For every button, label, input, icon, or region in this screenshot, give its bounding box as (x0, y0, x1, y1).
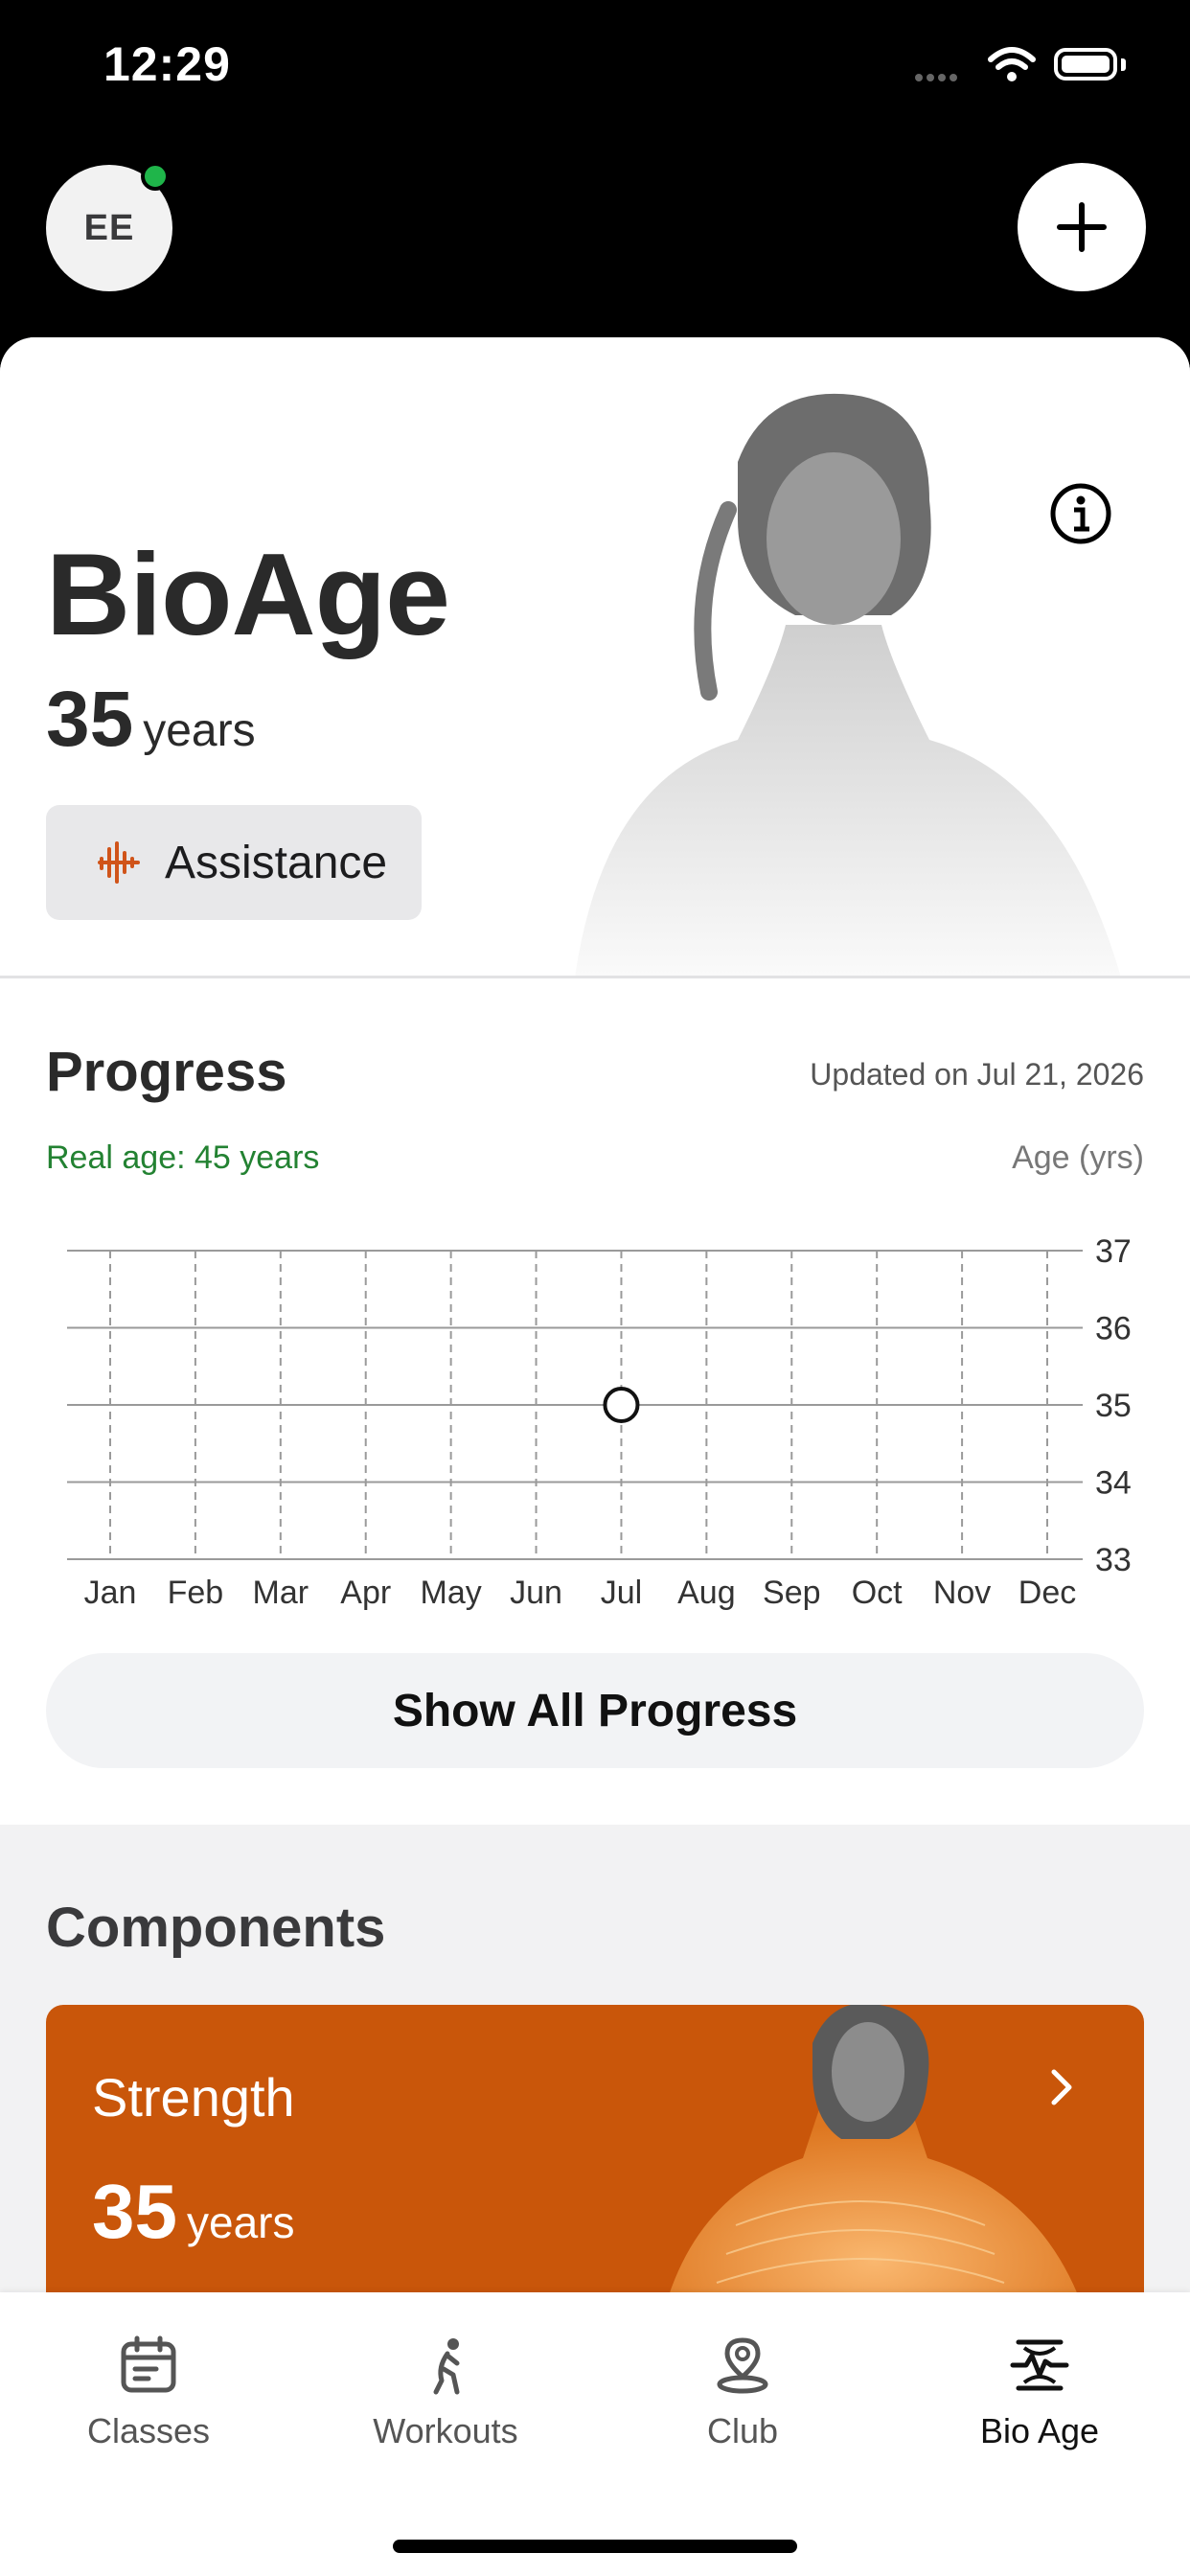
progress-title: Progress (46, 1041, 287, 1103)
y-tick-label: 35 (1095, 1388, 1132, 1424)
x-tick-label: Nov (933, 1575, 991, 1611)
bioage-value: 35 years (46, 675, 256, 765)
x-tick-label: Jul (601, 1575, 642, 1611)
plus-icon (1057, 202, 1107, 252)
age-number: 35 (46, 676, 134, 763)
x-tick-label: Dec (1018, 1575, 1076, 1611)
real-age-label: Real age: 45 years (46, 1139, 320, 1176)
online-status-dot (141, 162, 170, 191)
data-point (603, 1387, 640, 1423)
component-age-number: 35 (92, 2169, 177, 2254)
calendar-icon (121, 2335, 176, 2393)
tab-club[interactable]: Club (594, 2327, 891, 2451)
y-tick-label: 34 (1095, 1465, 1132, 1502)
x-tick-label: May (421, 1575, 482, 1611)
x-tick-label: Jan (84, 1575, 137, 1611)
location-pin-icon (717, 2337, 768, 2394)
status-time: 12:29 (103, 37, 231, 91)
progress-card: Progress Updated on Jul 21, 2026 Real ag… (0, 978, 1190, 1825)
show-all-progress-button[interactable]: Show All Progress (46, 1653, 1144, 1768)
tab-bio-age[interactable]: Bio Age (891, 2327, 1188, 2451)
age-unit: years (143, 705, 256, 756)
info-icon[interactable] (1048, 481, 1113, 546)
heartbeat-icon (1010, 2339, 1069, 2391)
assistance-label: Assistance (165, 837, 388, 888)
runner-icon (433, 2338, 460, 2395)
chevron-right-icon (1051, 2069, 1072, 2105)
wifi-icon (988, 47, 1036, 81)
x-tick-label: Mar (253, 1575, 309, 1611)
tab-classes[interactable]: Classes (0, 2327, 297, 2451)
tab-label: Classes (86, 2411, 211, 2450)
strength-component-card[interactable]: Strength 35 years (46, 2005, 1144, 2331)
cellular-signal-icon (915, 69, 961, 86)
main-sheet: BioAge 35 years Assistance Progress Updat… (0, 337, 1190, 2576)
show-all-label: Show All Progress (392, 1685, 798, 1736)
y-tick-label: 33 (1095, 1542, 1132, 1578)
battery-icon (1054, 48, 1117, 80)
status-bar: 12:29 (0, 0, 1190, 134)
y-tick-label: 37 (1095, 1233, 1132, 1270)
tab-workouts[interactable]: Workouts (297, 2327, 594, 2451)
components-title: Components (46, 1897, 386, 1959)
x-tick-label: Apr (340, 1575, 391, 1611)
add-button[interactable] (1018, 163, 1146, 291)
progress-chart: 33 34 35 36 37 Jan Feb Mar Apr May Jun Jul Aug Sep Oct… (67, 1233, 1132, 1611)
home-indicator (393, 2540, 797, 2553)
component-label: Strength (92, 2067, 295, 2128)
tab-label: Club (706, 2411, 779, 2450)
bioage-hero: BioAge 35 years Assistance (0, 337, 1190, 978)
soundwave-icon (98, 841, 140, 884)
y-axis-unit: Age (yrs) (1012, 1139, 1144, 1176)
x-tick-label: Sep (763, 1575, 821, 1611)
component-age: 35 years (92, 2168, 294, 2256)
muscle-visual (659, 2005, 1090, 2331)
assistance-button[interactable]: Assistance (46, 805, 422, 920)
updated-date: Updated on Jul 21, 2026 (810, 1057, 1144, 1092)
page-title: BioAge (46, 529, 450, 659)
x-tick-label: Aug (677, 1575, 736, 1611)
tab-bar: Classes Workouts Club Bio Age (0, 2292, 1190, 2576)
x-tick-label: Feb (168, 1575, 224, 1611)
tab-label: Bio Age (979, 2411, 1100, 2450)
x-tick-label: Jun (510, 1575, 562, 1611)
avatar-initials: EE (83, 207, 135, 248)
component-age-unit: years (186, 2197, 295, 2247)
y-tick-label: 36 (1095, 1311, 1132, 1347)
x-tick-label: Oct (852, 1575, 903, 1611)
athlete-photo (575, 393, 1121, 978)
tab-label: Workouts (373, 2411, 518, 2450)
